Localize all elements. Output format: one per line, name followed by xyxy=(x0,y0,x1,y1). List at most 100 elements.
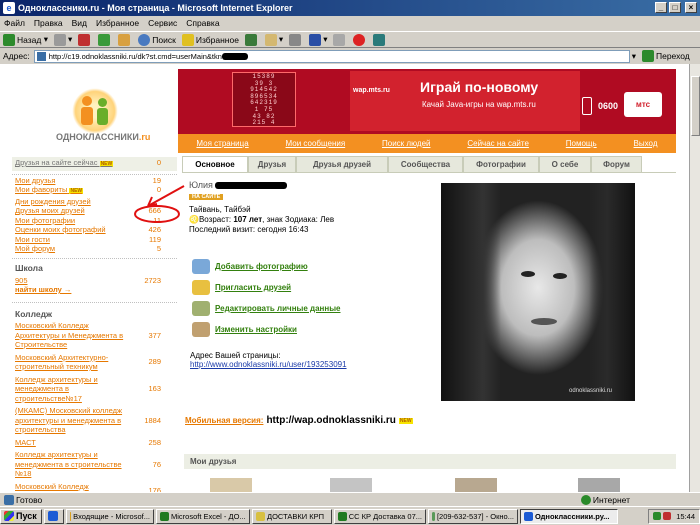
scroll-thumb[interactable] xyxy=(691,76,700,136)
ad-banner[interactable]: 15389 39 3 914542 896534 642319 1 75 43 … xyxy=(178,69,676,144)
nav-my-page[interactable]: Моя страница xyxy=(196,139,248,148)
sidebar-item-label: Дни рождения друзей xyxy=(15,196,91,206)
last-visit: Последний визит: сегодня 16:43 xyxy=(189,225,309,234)
nav-search-people[interactable]: Поиск людей xyxy=(382,139,430,148)
window-titlebar[interactable]: e Одноклассники.ru - Моя страница - Micr… xyxy=(0,0,700,16)
research-button[interactable] xyxy=(373,33,387,46)
sidebar-item-forum[interactable]: Мой форум 5 xyxy=(12,244,177,254)
edit-profile-link[interactable]: Редактировать личные данные xyxy=(192,301,432,316)
clock: 15:44 xyxy=(676,511,695,521)
online-friends-row[interactable]: Друзья на сайте сейчас NEW 0 xyxy=(12,157,177,171)
refresh-button[interactable] xyxy=(98,33,112,46)
page-address-link[interactable]: http://www.odnoklassniki.ru/user/1932530… xyxy=(190,360,347,369)
menu-tools[interactable]: Сервис xyxy=(148,18,177,28)
tab-communities[interactable]: Сообщества xyxy=(388,156,463,173)
address-input[interactable]: http://c19.odnoklassniki.ru/dk?st.cmd=us… xyxy=(33,49,630,63)
taskbar: Пуск Входящие - Microsof... Microsoft Ex… xyxy=(0,506,700,525)
nav-online-now[interactable]: Сейчас на сайте xyxy=(467,139,529,148)
logo-figure-orange xyxy=(82,96,92,106)
college-item[interactable]: Колледж архитектуры и менеджмента в стро… xyxy=(12,375,177,404)
settings-link[interactable]: Изменить настройки xyxy=(192,322,432,337)
banner-site: wap.mts.ru xyxy=(353,87,390,94)
profile-location: Тайвань, Тайбэй xyxy=(189,205,251,214)
system-tray: 15:44 xyxy=(648,508,700,524)
history-button[interactable] xyxy=(244,33,259,46)
action-label: Редактировать личные данные xyxy=(215,304,341,313)
menu-favorites[interactable]: Избранное xyxy=(96,18,139,28)
print-button[interactable] xyxy=(289,33,303,46)
task-outlook[interactable]: Входящие - Microsof... xyxy=(66,508,154,524)
menu-help[interactable]: Справка xyxy=(186,18,219,28)
quicklaunch-ie[interactable] xyxy=(44,508,64,524)
college-item[interactable]: МАСТ 258 xyxy=(12,438,177,448)
school-section: Школа 905 2723 найти школу → xyxy=(12,257,177,294)
nav-messages[interactable]: Мои сообщения xyxy=(286,139,346,148)
sidebar-item-count: 426 xyxy=(148,225,161,234)
close-button[interactable]: × xyxy=(685,2,697,13)
college-item[interactable]: Московский Колледж Архитектуры и Менеджм… xyxy=(12,482,177,493)
discuss-button[interactable] xyxy=(333,33,347,46)
college-item[interactable]: (МКАМС) Московский колледж архитектуры и… xyxy=(12,406,177,435)
phone-icon xyxy=(582,97,592,115)
minimize-button[interactable]: _ xyxy=(655,2,667,13)
mobile-label[interactable]: Мобильная версия: xyxy=(185,416,263,425)
start-button[interactable]: Пуск xyxy=(0,508,42,524)
sidebar-item-label: Мои друзья xyxy=(15,175,56,185)
forward-button[interactable]: ▾ xyxy=(54,33,72,46)
task-odnoklassniki[interactable]: Одноклассники.ру... xyxy=(520,508,618,524)
back-button[interactable]: Назад ▾ xyxy=(3,33,48,46)
menu-view[interactable]: Вид xyxy=(72,18,87,28)
messenger-button[interactable] xyxy=(353,33,367,46)
profile-photo[interactable]: odnoklassniki.ru xyxy=(441,183,635,401)
task-excel[interactable]: Microsoft Excel - ДО... xyxy=(156,508,250,524)
home-button[interactable] xyxy=(118,33,132,46)
age-label: Возраст: xyxy=(198,215,234,224)
find-school-link[interactable]: найти школу → xyxy=(12,285,177,294)
redacted-token xyxy=(221,53,248,61)
college-item[interactable]: Колледж архитектуры и менеджмента в стро… xyxy=(12,450,177,479)
task-deliveries[interactable]: ДОСТАВКИ КРП xyxy=(252,508,332,524)
task-excel-2[interactable]: СС КР Доставка 07... xyxy=(334,508,426,524)
tab-forum[interactable]: Форум xyxy=(591,156,642,173)
friend-thumb[interactable] xyxy=(578,478,620,492)
tab-friends[interactable]: Друзья xyxy=(248,156,296,173)
new-badge: NEW xyxy=(99,161,114,167)
tab-photos[interactable]: Фотографии xyxy=(463,156,539,173)
nav-help[interactable]: Помощь xyxy=(566,139,597,148)
logo-suffix: .ru xyxy=(138,132,151,142)
friend-thumb[interactable] xyxy=(330,478,372,492)
maximize-button[interactable]: □ xyxy=(669,2,681,13)
address-dropdown-icon[interactable]: ▾ xyxy=(632,51,636,62)
edit-button[interactable]: ▾ xyxy=(309,33,327,46)
sidebar-item-guests[interactable]: Мои гости 119 xyxy=(12,235,177,245)
add-photo-link[interactable]: Добавить фотографию xyxy=(192,259,432,274)
tray-icon[interactable] xyxy=(663,512,672,520)
menu-file[interactable]: Файл xyxy=(4,18,25,28)
banner-code: 0600 xyxy=(598,101,619,111)
site-logo[interactable]: ОДНОКЛАССНИКИ.ru xyxy=(52,76,152,146)
stop-button[interactable] xyxy=(78,33,92,46)
search-button[interactable]: Поиск xyxy=(138,33,176,46)
college-item[interactable]: Московский Архитектурно-строительный тех… xyxy=(12,353,177,372)
tab-friends-of-friends[interactable]: Друзья друзей xyxy=(296,156,388,173)
sidebar-item-photo-ratings[interactable]: Оценки моих фотографий 426 xyxy=(12,225,177,235)
tab-main[interactable]: Основное xyxy=(182,156,248,173)
nav-logout[interactable]: Выход xyxy=(634,139,658,148)
school-item[interactable]: 905 2723 xyxy=(12,276,177,286)
address-label: Адрес: xyxy=(3,51,30,61)
tab-divider xyxy=(182,172,676,173)
mail-button[interactable]: ▾ xyxy=(264,33,283,46)
address-url: http://c19.odnoklassniki.ru/dk?st.cmd=us… xyxy=(48,51,222,61)
task-chat[interactable]: [209-632-537] - Окно... xyxy=(428,508,518,524)
go-button[interactable]: Переход xyxy=(641,50,690,62)
tray-icon[interactable] xyxy=(653,512,662,520)
tab-about[interactable]: О себе xyxy=(539,156,591,173)
menu-edit[interactable]: Правка xyxy=(34,18,63,28)
invite-friends-link[interactable]: Пригласить друзей xyxy=(192,280,432,295)
friend-thumb[interactable] xyxy=(210,478,252,492)
college-item[interactable]: Московский Колледж Архитектуры и Менеджм… xyxy=(12,321,177,350)
favorites-button[interactable]: Избранное xyxy=(181,33,239,46)
friend-thumb[interactable] xyxy=(455,478,497,492)
college-name: Московский Архитектурно-строительный тех… xyxy=(15,352,109,372)
vertical-scrollbar[interactable] xyxy=(689,64,700,492)
